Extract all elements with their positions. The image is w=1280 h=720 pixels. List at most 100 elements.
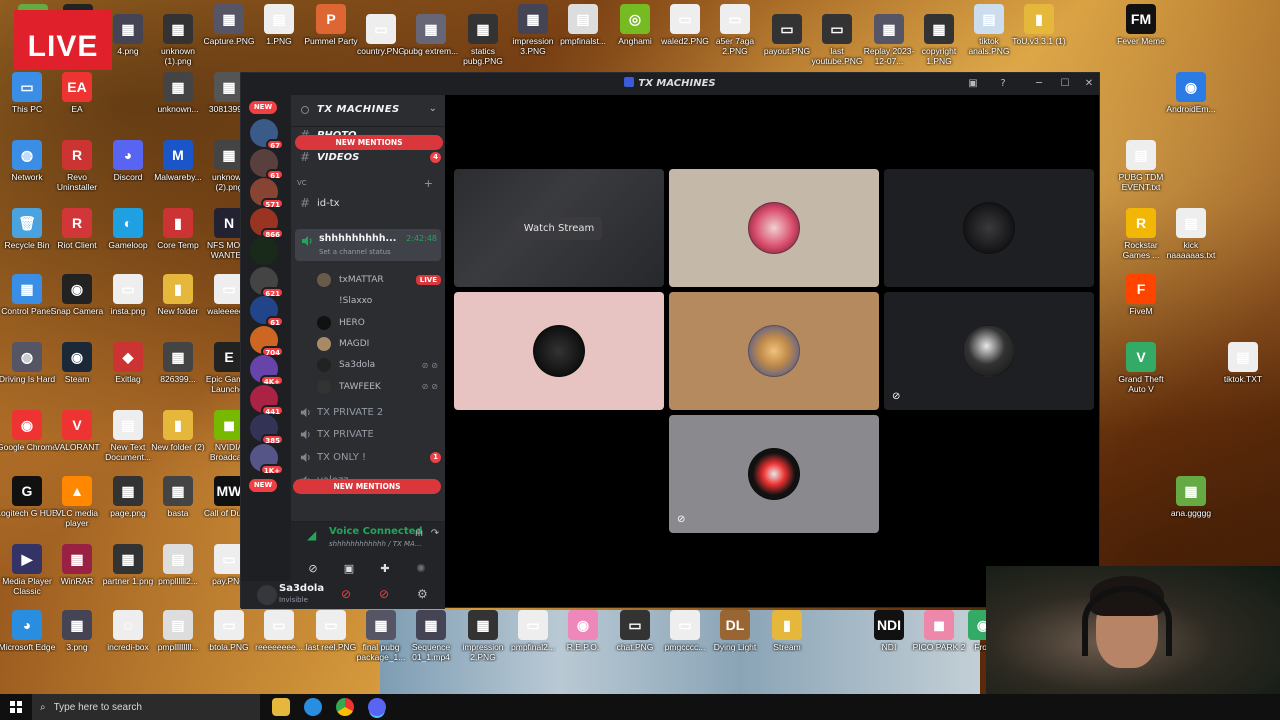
- search-input[interactable]: [53, 701, 234, 713]
- server-icon[interactable]: 571: [250, 178, 284, 209]
- soundboard-icon[interactable]: ✺: [403, 562, 439, 578]
- desktop-icon[interactable]: V Grand Theft Auto V: [1110, 342, 1172, 394]
- participant-tile[interactable]: ⊘: [884, 292, 1094, 410]
- server-icon[interactable]: [250, 237, 278, 265]
- voice-channel[interactable]: TX PRIVATE: [297, 425, 441, 445]
- live-badge: LIVE: [14, 10, 112, 70]
- voice-user[interactable]: TAWFEEK ⊘⊘: [317, 378, 441, 396]
- channel-videos[interactable]: # VIDEOS 4: [297, 147, 441, 167]
- server-icon[interactable]: 385: [250, 414, 284, 445]
- app-icon: G: [12, 476, 42, 506]
- app-icon: F: [1126, 274, 1156, 304]
- camera-off-icon[interactable]: ⊘: [295, 562, 331, 578]
- category-header[interactable]: VC +: [297, 177, 437, 193]
- headset-deafened-icon[interactable]: ⊘: [379, 587, 389, 601]
- inbox-icon[interactable]: ▣: [965, 76, 981, 92]
- server-rail: NEW 67 61 571 866 621 61 704 4K+ 441 385 1K+ NEW: [241, 95, 291, 607]
- close-button[interactable]: ✕: [1081, 76, 1097, 92]
- desktop-icon[interactable]: ▮ Stream: [756, 610, 818, 652]
- voice-user[interactable]: MAGDI: [317, 335, 441, 353]
- voice-channel-active[interactable]: shhhhhhhhh... 2:42:48 Set a channel stat…: [295, 229, 441, 261]
- channel-id-tx[interactable]: # id-tx: [297, 193, 441, 213]
- server-header[interactable]: TX MACHINES ⌄: [291, 95, 445, 127]
- signal-icon[interactable]: ◢: [307, 528, 316, 542]
- desktop-icon[interactable]: ▦ ana.ggggg: [1160, 476, 1222, 518]
- app-icon: ▦: [113, 14, 143, 44]
- help-icon[interactable]: ?: [995, 76, 1011, 92]
- server-icon[interactable]: 621: [250, 266, 284, 298]
- voice-user[interactable]: HERO: [317, 314, 441, 332]
- noise-suppression-icon[interactable]: ılı: [411, 526, 427, 542]
- server-icon[interactable]: 67: [250, 119, 284, 150]
- app-icon: ▤: [974, 4, 1004, 34]
- server-icon[interactable]: 61: [250, 148, 284, 180]
- desktop-icon-label: Fever Meme: [1117, 36, 1165, 46]
- voice-channel[interactable]: TX ONLY ! 1: [297, 447, 441, 467]
- app-icon: FM: [1126, 4, 1156, 34]
- desktop-icon[interactable]: FM Fever Meme: [1110, 4, 1172, 46]
- desktop-icon[interactable]: EA EA: [46, 72, 108, 114]
- voice-user[interactable]: txMATTAR LIVE: [317, 271, 441, 289]
- add-channel-icon[interactable]: +: [424, 177, 433, 190]
- minimize-button[interactable]: ─: [1031, 76, 1047, 92]
- maximize-button[interactable]: ☐: [1057, 76, 1073, 92]
- server-icon[interactable]: 704: [250, 325, 284, 357]
- participant-tile[interactable]: [669, 292, 879, 410]
- discord-taskbar-icon[interactable]: [368, 698, 386, 716]
- activities-icon[interactable]: ✚: [367, 562, 403, 578]
- participant-tile[interactable]: [884, 169, 1094, 287]
- desktop-icon[interactable]: F FiveM: [1110, 274, 1172, 316]
- app-icon: NDI: [874, 610, 904, 640]
- windows-start-icon[interactable]: [10, 701, 22, 713]
- app-icon: M: [163, 140, 193, 170]
- speaker-icon: [297, 452, 313, 463]
- voice-channel[interactable]: TX PRIVATE 2: [297, 402, 441, 422]
- server-icon[interactable]: 1K+: [250, 443, 284, 475]
- desktop-icon[interactable]: ▤ kick naaaaaas.txt: [1160, 208, 1222, 260]
- desktop-icon[interactable]: ▤ tiktok.TXT: [1212, 342, 1274, 384]
- app-icon: ▦: [62, 610, 92, 640]
- file-explorer-icon[interactable]: [272, 698, 290, 716]
- desktop-icon-label: Stream: [773, 642, 801, 652]
- voice-user[interactable]: !Slaxxo: [317, 292, 441, 310]
- participant-tile[interactable]: ⊘: [669, 415, 879, 533]
- participant-tile[interactable]: [454, 292, 664, 410]
- server-icon[interactable]: 866: [250, 207, 284, 239]
- app-icon: ▦: [366, 610, 396, 640]
- server-icon[interactable]: 4K+: [250, 355, 284, 386]
- desktop-icon-label: unknown (1).png: [160, 46, 196, 66]
- participant-tile[interactable]: [669, 169, 879, 287]
- webcam-overlay: [986, 566, 1280, 694]
- discord-window: TX MACHINES ▣ ? ─ ☐ ✕ NEW 67 61 571 866 621 6…: [240, 72, 1100, 609]
- desktop-icon[interactable]: ▤ PUBG TDM EVENT.txt: [1110, 140, 1172, 192]
- avatar[interactable]: [257, 585, 277, 605]
- desktop-icon[interactable]: ◉ AndroidEm...: [1160, 72, 1222, 114]
- new-mentions-banner-bottom[interactable]: NEW MENTIONS: [293, 479, 441, 494]
- watch-stream-button[interactable]: Watch Stream: [515, 216, 603, 240]
- screen-share-icon[interactable]: ▣: [331, 562, 367, 578]
- server-icon[interactable]: 441: [250, 384, 284, 416]
- voice-connected-title[interactable]: Voice Connected: [329, 526, 423, 537]
- edge-icon[interactable]: [304, 698, 322, 716]
- app-icon: ▮: [1024, 4, 1054, 34]
- app-icon: ▮: [163, 208, 193, 238]
- username[interactable]: Sa3dola: [279, 583, 324, 594]
- new-unread-pill-bottom[interactable]: NEW: [249, 479, 277, 492]
- mic-muted-icon[interactable]: ⊘: [341, 587, 351, 601]
- voice-grid: Watch Stream ⊘ ⊘: [447, 95, 1099, 607]
- chrome-icon[interactable]: [336, 698, 354, 716]
- channel-status-text[interactable]: Set a channel status: [319, 248, 391, 256]
- gear-icon[interactable]: ⚙: [417, 587, 428, 601]
- desktop-icon[interactable]: ▮ ToU.v3.3.1 (1): [1008, 4, 1070, 46]
- avatar: [317, 358, 331, 373]
- voice-connected-subtitle[interactable]: shhhhhhhhhhhh / TX MA...: [329, 540, 422, 548]
- stream-tile-live[interactable]: Watch Stream: [454, 169, 664, 287]
- deafened-icon: ⊘: [892, 391, 901, 402]
- new-unread-pill[interactable]: NEW: [249, 101, 277, 114]
- chevron-down-icon[interactable]: ⌄: [429, 103, 437, 114]
- app-icon: ▦: [113, 476, 143, 506]
- server-icon[interactable]: 61: [250, 296, 284, 327]
- voice-user[interactable]: Sa3dola ⊘⊘: [317, 356, 441, 374]
- disconnect-icon[interactable]: ↷: [427, 526, 443, 542]
- taskbar-search[interactable]: ⌕: [32, 694, 260, 720]
